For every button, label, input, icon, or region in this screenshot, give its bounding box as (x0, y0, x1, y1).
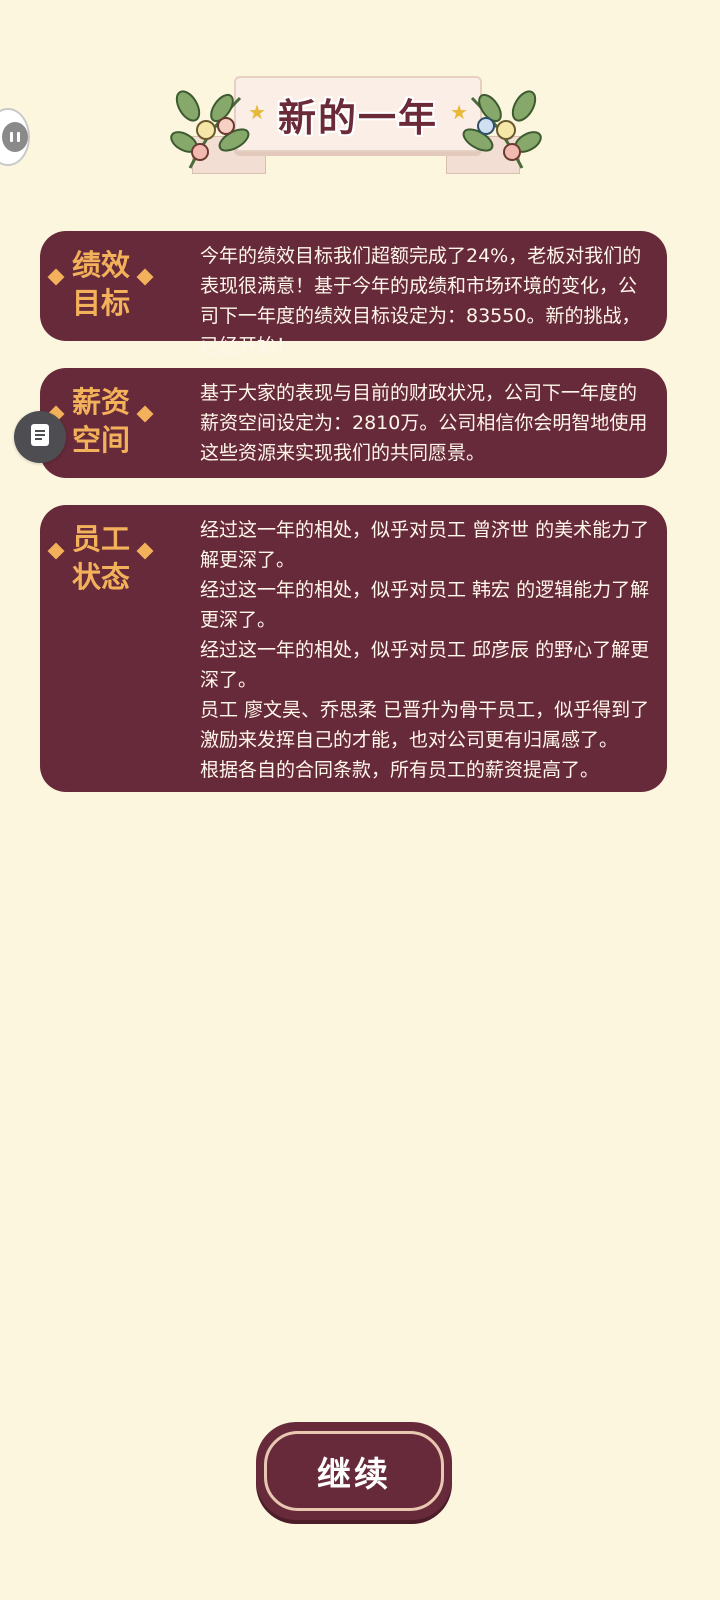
title-banner: ★ 新的一年 ★ (170, 70, 542, 180)
diamond-icon (136, 268, 154, 286)
card-label: 薪资 空间 (71, 385, 130, 457)
status-line: 经过这一年的相处，似乎对员工 邱彦辰 的野心了解更深了。 (200, 639, 650, 691)
card-label: 绩效 目标 (71, 248, 130, 320)
diamond-icon (47, 268, 65, 286)
page-title: 新的一年 (277, 95, 438, 140)
floating-document-button[interactable] (14, 411, 66, 463)
status-line: 经过这一年的相处，似乎对员工 韩宏 的逻辑能力了解更深了。 (200, 579, 650, 631)
diamond-icon (136, 542, 154, 560)
status-line: 经过这一年的相处，似乎对员工 曾济世 的美术能力了解更深了。 (200, 519, 650, 571)
continue-button-label: 继续 (264, 1431, 444, 1511)
card-text: 经过这一年的相处，似乎对员工 曾济世 的美术能力了解更深了。 经过这一年的相处，… (200, 515, 653, 785)
flower-leaf-icon (170, 90, 250, 169)
card-label: 员工 状态 (71, 522, 130, 594)
document-icon (30, 423, 50, 451)
employee-status-card: 员工 状态 经过这一年的相处，似乎对员工 曾济世 的美术能力了解更深了。 经过这… (40, 505, 667, 792)
floating-assist-button[interactable] (0, 108, 30, 166)
salary-budget-card: 薪资 空间 基于大家的表现与目前的财政状况，公司下一年度的薪资空间设定为：281… (40, 368, 667, 478)
status-line: 员工 廖文昊、乔思柔 已晋升为骨干员工，似乎得到了激励来发挥自己的才能，也对公司… (200, 699, 650, 751)
status-line: 根据各自的合同条款，所有员工的薪资提高了。 (200, 759, 600, 781)
diamond-icon (136, 405, 154, 423)
continue-button[interactable]: 继续 (256, 1422, 452, 1520)
flower-leaf-icon (462, 90, 542, 169)
title-plaque: ★ 新的一年 ★ (234, 76, 482, 152)
pause-icon (2, 122, 28, 152)
performance-target-card: 绩效 目标 今年的绩效目标我们超额完成了24%，老板对我们的表现很满意！基于今年… (40, 231, 667, 357)
card-text: 今年的绩效目标我们超额完成了24%，老板对我们的表现很满意！基于今年的成绩和市场… (200, 245, 642, 357)
diamond-icon (47, 542, 65, 560)
card-text: 基于大家的表现与目前的财政状况，公司下一年度的薪资空间设定为：2810万。公司相… (200, 382, 648, 464)
